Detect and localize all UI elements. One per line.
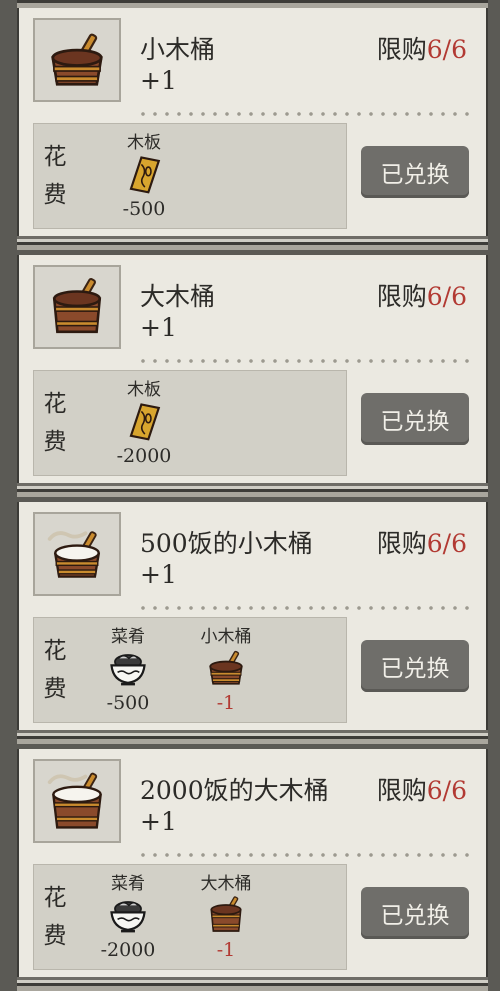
dotted-divider — [137, 853, 470, 857]
large-bucket-icon — [204, 895, 248, 935]
purchase-limit-value: 6/6 — [426, 35, 467, 64]
shop-item-card: 大木桶 +1 限购6/6 花 费 木板 -2000 已兑换 — [17, 255, 488, 497]
cost-item: 大木桶 -1 — [194, 869, 258, 961]
purchase-limit: 限购6/6 — [377, 277, 467, 313]
cost-item-amount: -500 — [106, 692, 150, 714]
purchase-limit-value: 6/6 — [426, 529, 467, 558]
cost-item-name: 菜肴 — [111, 627, 145, 647]
shop-item-card: 小木桶 +1 限购6/6 花 费 木板 -500 已兑换 — [17, 8, 488, 250]
item-gain: +1 — [140, 807, 177, 836]
purchase-limit-label: 限购 — [376, 776, 427, 805]
cost-item-name: 小木桶 — [200, 627, 252, 647]
item-title: 2000饭的大木桶 — [140, 776, 329, 805]
small-bucket-icon — [204, 648, 248, 688]
rice-large-bucket-icon — [44, 770, 110, 832]
item-thumbnail — [33, 512, 121, 596]
cost-item-name: 木板 — [127, 380, 161, 400]
cost-item-amount: -2000 — [116, 445, 172, 467]
item-title: 小木桶 — [140, 35, 216, 64]
cost-item: 菜肴 -2000 — [96, 869, 160, 961]
cost-panel: 花 费 木板 -2000 — [33, 370, 347, 476]
cost-label-char: 花 — [43, 144, 67, 170]
cost-label-char: 花 — [43, 638, 67, 664]
wood-plank-icon — [122, 154, 166, 194]
dotted-divider — [137, 606, 470, 610]
cost-item-amount: -2000 — [100, 939, 156, 961]
item-gain: +1 — [140, 66, 177, 95]
purchase-limit-label: 限购 — [376, 35, 427, 64]
cost-panel: 花 费 菜肴 -2000 大木桶 -1 — [33, 864, 347, 970]
item-thumbnail — [33, 265, 121, 349]
cost-item: 菜肴 -500 — [96, 622, 160, 714]
cost-label-char: 费 — [43, 676, 67, 702]
item-thumbnail — [33, 18, 121, 102]
purchase-limit-label: 限购 — [376, 529, 427, 558]
redeemed-button[interactable]: 已兑换 — [361, 393, 469, 445]
purchase-limit: 限购6/6 — [377, 30, 467, 66]
cost-item: 木板 -2000 — [112, 375, 176, 467]
purchase-limit-label: 限购 — [376, 282, 427, 311]
item-gain: +1 — [140, 313, 177, 342]
dotted-divider — [137, 112, 470, 116]
cost-label-char: 花 — [43, 391, 67, 417]
cost-label: 花 费 — [34, 865, 76, 969]
item-title: 大木桶 — [140, 282, 216, 311]
cost-item-amount: -500 — [122, 198, 166, 220]
cost-item-name: 菜肴 — [111, 874, 145, 894]
item-gain: +1 — [140, 560, 177, 589]
cost-panel: 花 费 菜肴 -500 小木桶 -1 — [33, 617, 347, 723]
redeemed-button[interactable]: 已兑换 — [361, 640, 469, 692]
top-shelf-bar — [17, 0, 488, 8]
cost-panel: 花 费 木板 -500 — [33, 123, 347, 229]
purchase-limit: 限购6/6 — [377, 771, 467, 807]
rice-small-bucket-icon — [44, 523, 110, 585]
cost-label: 花 费 — [34, 124, 76, 228]
wood-plank-icon — [122, 401, 166, 441]
cost-label: 花 费 — [34, 618, 76, 722]
cost-item-amount: -1 — [216, 939, 236, 961]
dish-bowl-icon — [106, 895, 150, 935]
purchase-limit: 限购6/6 — [377, 524, 467, 560]
cost-item: 木板 -500 — [112, 128, 176, 220]
item-title: 500饭的小木桶 — [140, 529, 313, 558]
cost-label-char: 费 — [43, 923, 67, 949]
cost-item-name: 大木桶 — [200, 874, 252, 894]
cost-item-name: 木板 — [127, 133, 161, 153]
item-thumbnail — [33, 759, 121, 843]
dish-bowl-icon — [106, 648, 150, 688]
shop-list: 小木桶 +1 限购6/6 花 费 木板 -500 已兑换 大木桶 +1 限购6/… — [0, 0, 500, 991]
shop-item-card: 500饭的小木桶 +1 限购6/6 花 费 菜肴 -500 小木桶 -1 已兑换 — [17, 502, 488, 744]
cost-label-char: 费 — [43, 182, 67, 208]
cost-item: 小木桶 -1 — [194, 622, 258, 714]
small-bucket-icon — [44, 29, 110, 91]
cost-label: 花 费 — [34, 371, 76, 475]
shop-item-card: 2000饭的大木桶 +1 限购6/6 花 费 菜肴 -2000 大木桶 -1 已… — [17, 749, 488, 991]
cost-item-amount: -1 — [216, 692, 236, 714]
redeemed-button[interactable]: 已兑换 — [361, 887, 469, 939]
redeemed-button[interactable]: 已兑换 — [361, 146, 469, 198]
cost-label-char: 花 — [43, 885, 67, 911]
purchase-limit-value: 6/6 — [426, 282, 467, 311]
large-bucket-icon — [44, 276, 110, 338]
cost-label-char: 费 — [43, 429, 67, 455]
purchase-limit-value: 6/6 — [426, 776, 467, 805]
dotted-divider — [137, 359, 470, 363]
